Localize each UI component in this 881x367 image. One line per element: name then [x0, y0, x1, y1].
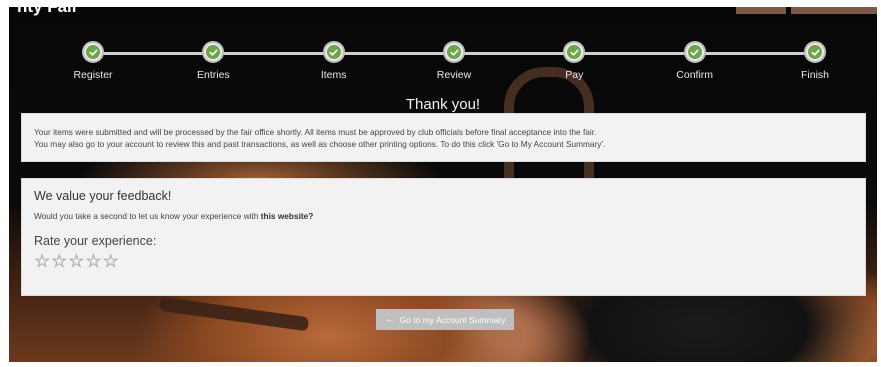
step-review: Review: [414, 41, 494, 81]
progress-steps: Register Entries Items Review Pay Confirm Fini…: [73, 41, 829, 87]
feedback-question-text: Would you take a second to let us know y…: [34, 211, 261, 221]
feedback-question: Would you take a second to let us know y…: [34, 211, 853, 221]
step-confirm: Confirm: [655, 41, 735, 81]
step-dot: [443, 41, 465, 63]
check-icon: [206, 45, 221, 59]
step-entries: Entries: [173, 41, 253, 81]
check-icon: [687, 45, 702, 59]
step-dot: [82, 41, 104, 63]
step-label: Entries: [196, 69, 230, 81]
step-label: Pay: [565, 69, 584, 81]
star-icon[interactable]: ☆: [68, 252, 85, 271]
feedback-question-link: this website?: [260, 211, 314, 221]
check-icon: [326, 45, 341, 59]
feedback-title: We value your feedback!: [34, 189, 172, 203]
star-icon[interactable]: ☆: [102, 252, 119, 271]
step-items: Items: [294, 41, 374, 81]
check-icon: [86, 45, 100, 59]
arrow-left-icon: ←: [384, 314, 395, 325]
step-finish: Finish: [775, 41, 855, 81]
step-label: Items: [320, 69, 347, 81]
step-dot: [683, 41, 706, 63]
step-dot: [804, 41, 826, 63]
step-label: Confirm: [676, 69, 714, 81]
go-to-account-summary-button[interactable]: ← Go to my Account Summary: [376, 309, 514, 330]
step-label: Review: [436, 69, 472, 81]
star-icon[interactable]: ☆: [85, 252, 102, 271]
step-register: Register: [53, 41, 133, 81]
step-pay: Pay: [534, 41, 614, 81]
site-title: nty Fair: [17, 7, 78, 17]
star-icon[interactable]: ☆: [34, 252, 51, 271]
top-nav-button[interactable]: [791, 7, 877, 14]
top-nav-button[interactable]: [736, 7, 786, 14]
star-rating: ☆ ☆ ☆ ☆ ☆: [34, 252, 853, 271]
submission-info-panel: Your items were submitted and will be pr…: [21, 113, 866, 162]
account-button-label: Go to my Account Summary: [399, 314, 506, 325]
feedback-panel: We value your feedback! Would you take a…: [21, 178, 866, 296]
rate-experience-label: Rate your experience:: [34, 234, 157, 248]
page-frame: nty Fair Register Entries Items Review Pay Co…: [9, 7, 877, 362]
step-label: Register: [73, 69, 113, 81]
check-icon: [447, 45, 461, 59]
star-icon[interactable]: ☆: [51, 252, 68, 271]
step-dot: [563, 41, 586, 63]
step-dot: [202, 41, 225, 63]
info-line-2: You may also go to your account to revie…: [34, 139, 606, 149]
step-label: Finish: [800, 69, 829, 81]
thank-you-heading: Thank you!: [405, 96, 481, 113]
check-icon: [808, 45, 822, 59]
info-line-1: Your items were submitted and will be pr…: [34, 127, 597, 137]
check-icon: [567, 45, 582, 59]
step-dot: [322, 41, 345, 63]
